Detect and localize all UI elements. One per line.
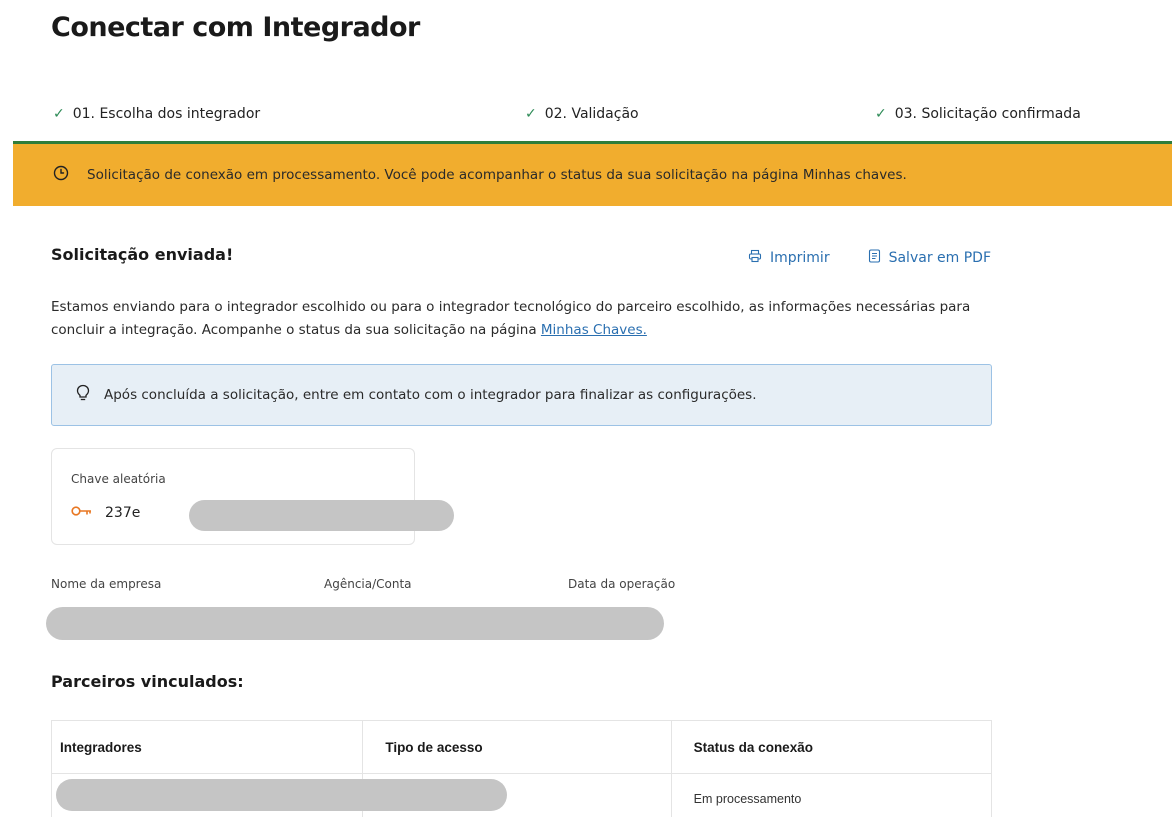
print-label: Imprimir <box>770 250 830 266</box>
step-label: 02. Validação <box>544 106 639 122</box>
table-header: Integradores Tipo de acesso Status da co… <box>52 721 991 774</box>
key-label: Chave aleatória <box>71 472 166 486</box>
check-icon: ✓ <box>525 106 537 122</box>
save-pdf-button[interactable]: Salvar em PDF <box>868 249 991 267</box>
step-1: ✓ 01. Escolha dos integrador <box>53 106 260 122</box>
key-value: 237e <box>105 505 141 521</box>
account-label: Agência/Conta <box>324 577 412 591</box>
print-button[interactable]: Imprimir <box>748 249 830 267</box>
step-label: 03. Solicitação confirmada <box>894 106 1081 122</box>
lightbulb-icon <box>76 384 90 406</box>
printer-icon <box>748 249 762 267</box>
description: Estamos enviando para o integrador escol… <box>51 296 991 342</box>
minhas-chaves-link[interactable]: Minhas Chaves. <box>541 322 647 338</box>
document-icon <box>868 249 881 267</box>
tip-box: Após concluída a solicitação, entre em c… <box>51 364 992 426</box>
description-text: Estamos enviando para o integrador escol… <box>51 299 971 338</box>
status-cell: Em processamento <box>693 792 802 806</box>
tip-text: Após concluída a solicitação, entre em c… <box>104 387 757 403</box>
pdf-label: Salvar em PDF <box>888 250 991 266</box>
redacted-key <box>189 500 454 531</box>
section-title: Solicitação enviada! <box>51 245 234 264</box>
company-label: Nome da empresa <box>51 577 162 591</box>
page-title: Conectar com Integrador <box>51 12 420 43</box>
redacted-row <box>56 779 507 811</box>
check-icon: ✓ <box>53 106 65 122</box>
step-label: 01. Escolha dos integrador <box>72 106 261 122</box>
key-value-row: 237e <box>71 505 140 521</box>
step-2: ✓ 02. Validação <box>525 106 639 122</box>
key-icon <box>71 505 93 521</box>
check-icon: ✓ <box>875 106 887 122</box>
date-label: Data da operação <box>568 577 676 591</box>
processing-alert: Solicitação de conexão em processamento.… <box>13 144 1172 206</box>
partners-title: Parceiros vinculados: <box>51 672 244 691</box>
column-header: Integradores <box>52 721 364 773</box>
alert-text: Solicitação de conexão em processamento.… <box>87 167 907 183</box>
action-links: Imprimir Salvar em PDF <box>748 249 991 267</box>
redacted-info <box>46 607 664 640</box>
step-3: ✓ 03. Solicitação confirmada <box>875 106 1081 122</box>
stepper: ✓ 01. Escolha dos integrador ✓ 02. Valid… <box>0 100 1172 130</box>
clock-icon <box>53 165 69 185</box>
key-card: Chave aleatória 237e <box>51 448 454 545</box>
column-header: Tipo de acesso <box>363 721 672 773</box>
column-header: Status da conexão <box>693 739 813 755</box>
